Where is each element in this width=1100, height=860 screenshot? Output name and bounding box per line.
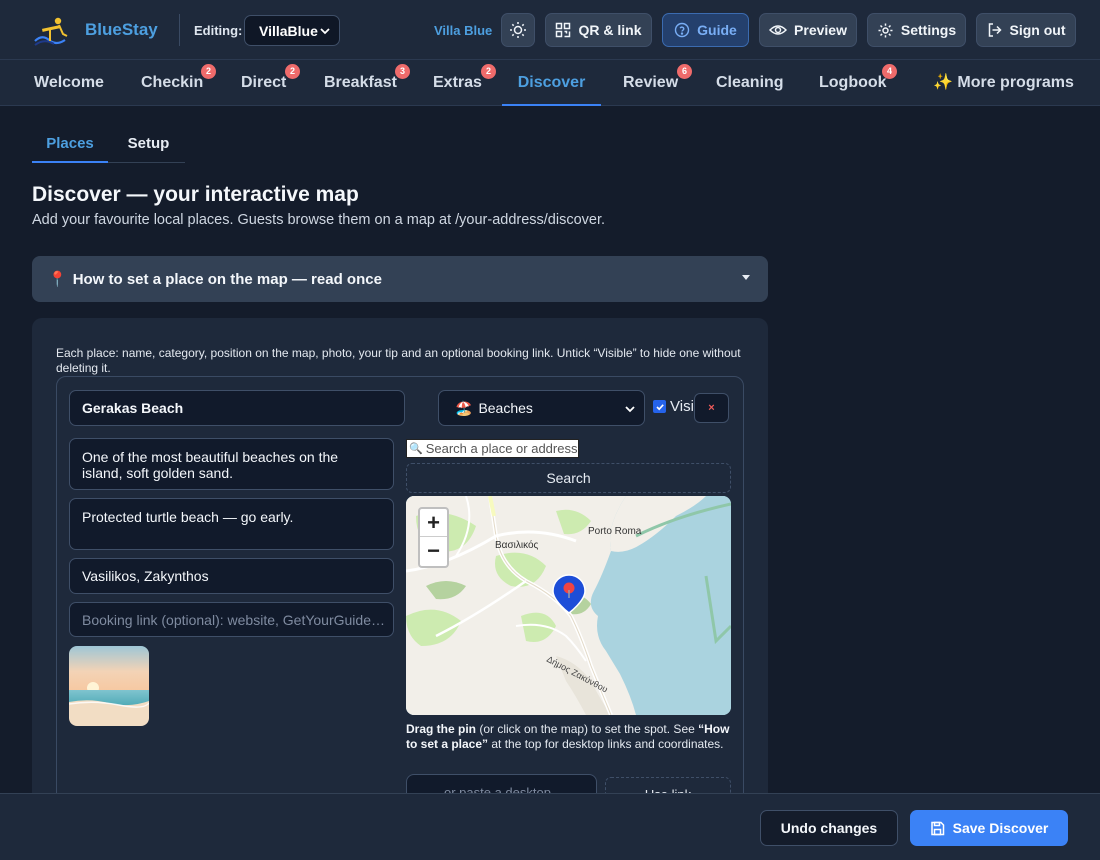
delete-place-button[interactable]: × bbox=[694, 393, 729, 423]
tab-checkin[interactable]: Checkin 2 bbox=[141, 60, 216, 106]
caret-down-icon bbox=[742, 275, 750, 280]
settings-label: Settings bbox=[900, 22, 957, 38]
check-icon bbox=[655, 403, 664, 410]
category-value: Beaches bbox=[478, 400, 533, 416]
qr-icon bbox=[556, 22, 571, 38]
sign-out-button[interactable]: Sign out bbox=[976, 13, 1076, 47]
places-note: Each place: name, category, position on … bbox=[56, 346, 741, 375]
sun-icon bbox=[510, 22, 526, 38]
tab-badge: 3 bbox=[395, 64, 410, 79]
subtab-places[interactable]: Places bbox=[32, 128, 108, 163]
sub-tab-bar: Places Setup bbox=[32, 128, 185, 163]
address-input[interactable]: Vasilikos, Zakynthos bbox=[69, 558, 394, 594]
place-card: Gerakas Beach 🏖️ Beaches Visible × One o… bbox=[56, 376, 744, 860]
hint-text-1: (or click on the map) to set the spot. S… bbox=[476, 722, 699, 736]
beach-photo bbox=[69, 646, 149, 726]
zoom-in-button[interactable]: + bbox=[420, 509, 447, 537]
tab-label: Logbook bbox=[819, 74, 887, 91]
qr-link-label: QR & link bbox=[578, 22, 642, 38]
save-icon bbox=[930, 821, 944, 835]
tab-extras[interactable]: Extras 2 bbox=[433, 60, 496, 106]
search-icon: 🔍 bbox=[409, 443, 423, 455]
location-map[interactable]: Porto Roma Βασιλικός Δήμος Ζακύνθου + − bbox=[406, 496, 731, 715]
tab-badge: 2 bbox=[201, 64, 216, 79]
bluestay-logo bbox=[34, 17, 68, 46]
pin-icon: 📍 bbox=[48, 271, 67, 288]
map-search-input[interactable]: 🔍 Search a place or address bbox=[406, 439, 579, 458]
tab-welcome[interactable]: Welcome bbox=[34, 60, 104, 106]
page-title: Discover — your interactive map bbox=[32, 183, 359, 206]
tab-more-programs[interactable]: ✨ More programs bbox=[933, 60, 1074, 106]
save-label: Save Discover bbox=[952, 820, 1049, 836]
map-hint: Drag the pin (or click on the map) to se… bbox=[406, 722, 731, 752]
tab-badge: 4 bbox=[882, 64, 897, 79]
guide-button[interactable]: Guide bbox=[662, 13, 749, 47]
place-photo[interactable] bbox=[69, 646, 149, 726]
map-pin-icon[interactable] bbox=[552, 574, 586, 614]
preview-label: Preview bbox=[794, 22, 847, 38]
tab-discover[interactable]: Discover bbox=[502, 60, 601, 106]
main-tab-bar: Welcome Checkin 2 Direct 2 Breakfast 3 Extr… bbox=[0, 60, 1100, 106]
tab-label: Review bbox=[623, 74, 679, 91]
hint-bold-drag: Drag the pin bbox=[406, 722, 477, 736]
guide-label: Guide bbox=[697, 22, 737, 38]
tab-label: Direct bbox=[241, 74, 287, 91]
category-select[interactable]: 🏖️ Beaches bbox=[438, 390, 645, 426]
map-search-placeholder: Search a place or address bbox=[425, 441, 578, 456]
villa-name-link[interactable]: Villa Blue bbox=[434, 23, 492, 38]
howto-accordion[interactable]: 📍 How to set a place on the map — read o… bbox=[32, 256, 768, 302]
theme-toggle-button[interactable] bbox=[501, 13, 535, 47]
help-circle-icon bbox=[674, 22, 690, 38]
map-label-vasilikos: Βασιλικός bbox=[495, 539, 539, 551]
description-textarea[interactable]: One of the most beautiful beaches on the… bbox=[69, 438, 394, 490]
tab-breakfast[interactable]: Breakfast 3 bbox=[324, 60, 410, 106]
tab-label: Welcome bbox=[34, 74, 104, 91]
chevron-down-icon bbox=[320, 28, 330, 35]
tab-label: Checkin bbox=[141, 74, 204, 91]
undo-changes-button[interactable]: Undo changes bbox=[760, 810, 898, 846]
place-name-input[interactable]: Gerakas Beach bbox=[69, 390, 405, 426]
map-search-button[interactable]: Search bbox=[406, 463, 731, 493]
subtab-setup[interactable]: Setup bbox=[116, 128, 181, 163]
places-panel: Each place: name, category, position on … bbox=[32, 318, 768, 860]
tab-logbook[interactable]: Logbook 4 bbox=[819, 60, 897, 106]
sign-out-label: Sign out bbox=[1009, 22, 1066, 38]
eye-icon bbox=[769, 25, 788, 35]
visible-checkbox[interactable] bbox=[653, 400, 666, 413]
sign-out-icon bbox=[988, 23, 1002, 37]
editing-label: Editing: bbox=[194, 23, 243, 38]
zoom-control: + − bbox=[418, 507, 449, 568]
footer-bar: Undo changes Save Discover bbox=[0, 793, 1100, 860]
beach-icon: 🏖️ bbox=[455, 399, 473, 416]
page-subtitle: Add your favourite local places. Guests … bbox=[32, 212, 606, 228]
tab-cleaning[interactable]: Cleaning bbox=[716, 60, 784, 106]
property-select-value: VillaBlue bbox=[259, 22, 318, 39]
property-select[interactable]: VillaBlue bbox=[244, 15, 340, 46]
gear-icon bbox=[878, 23, 893, 37]
hint-text-2: at the top for desktop links and coordin… bbox=[488, 737, 724, 751]
tab-label: Discover bbox=[517, 74, 586, 91]
save-discover-button[interactable]: Save Discover bbox=[910, 810, 1068, 846]
settings-button[interactable]: Settings bbox=[867, 13, 966, 47]
tab-label: Breakfast bbox=[324, 74, 397, 91]
top-bar: BlueStay Editing: VillaBlue Villa Blue Q… bbox=[0, 0, 1100, 60]
divider bbox=[179, 14, 180, 46]
tab-badge: 2 bbox=[481, 64, 496, 79]
tab-label: ✨ More programs bbox=[933, 74, 1074, 91]
tab-label: Cleaning bbox=[716, 74, 784, 91]
howto-label: How to set a place on the map — read onc… bbox=[72, 270, 382, 288]
chevron-down-icon bbox=[625, 406, 635, 413]
tab-direct[interactable]: Direct 2 bbox=[241, 60, 300, 106]
tip-textarea[interactable]: Protected turtle beach — go early. bbox=[69, 498, 394, 550]
zoom-out-button[interactable]: − bbox=[420, 537, 447, 565]
qr-link-button[interactable]: QR & link bbox=[545, 13, 652, 47]
tab-badge: 6 bbox=[677, 64, 692, 79]
booking-link-input[interactable]: Booking link (optional): website, GetYou… bbox=[69, 602, 394, 637]
tab-badge: 2 bbox=[285, 64, 300, 79]
map-label-porto-roma: Porto Roma bbox=[588, 526, 642, 537]
brand-name: BlueStay bbox=[85, 20, 158, 39]
tab-label: Extras bbox=[433, 74, 482, 91]
tab-review[interactable]: Review 6 bbox=[623, 60, 692, 106]
preview-button[interactable]: Preview bbox=[759, 13, 857, 47]
